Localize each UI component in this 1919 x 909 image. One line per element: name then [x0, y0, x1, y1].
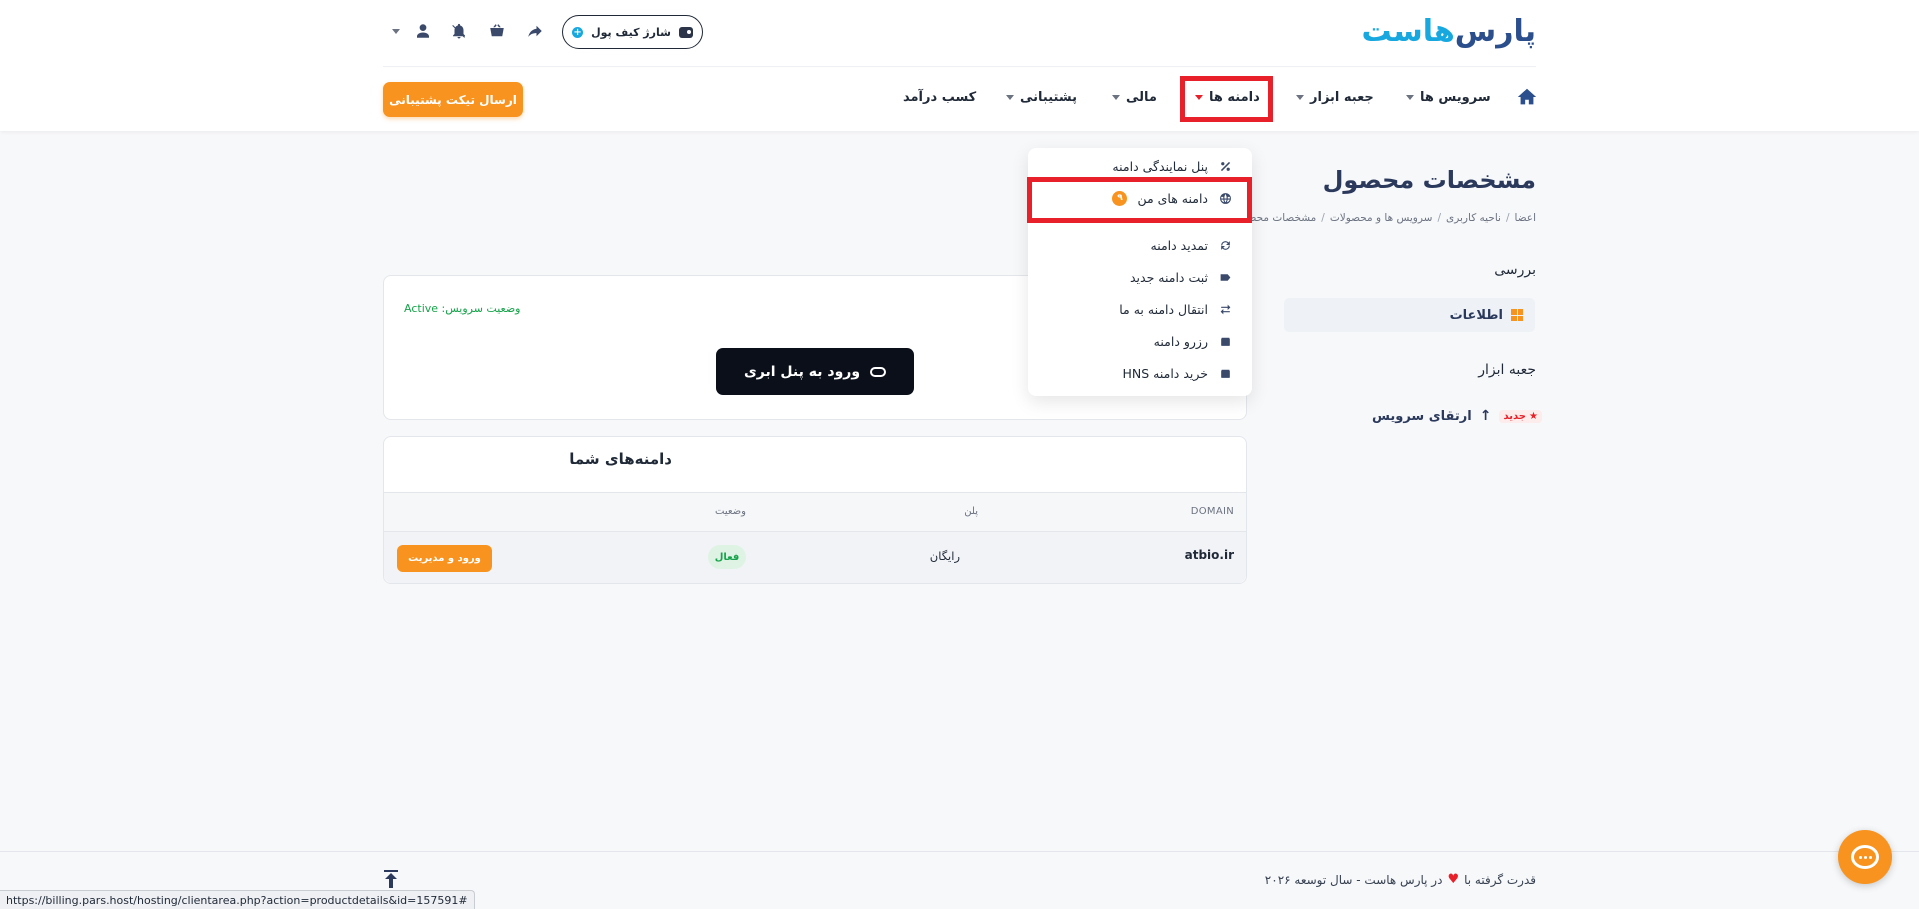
dropdown-item-renew-domain[interactable]: تمدید دامنه [1151, 235, 1233, 255]
dropdown-item-label: خرید دامنه HNS [1122, 365, 1208, 381]
heart-icon: ♥ [1447, 872, 1460, 887]
table-row: atbio.ir رایگان [384, 532, 1246, 583]
new-badge-label: جدید [1503, 410, 1526, 422]
cloud-icon [870, 366, 887, 377]
status-badge: فعال [708, 545, 746, 569]
cloud-button-label: ورود به پنل ابری [743, 363, 861, 380]
breadcrumb: اعضا / ناحیه کاربری / سرویس ها و محصولات… [1243, 212, 1537, 224]
tag-icon [1218, 270, 1232, 284]
nav-support[interactable]: پشتیبانی [1006, 86, 1077, 108]
wallet-label: شارژ کیف پول [591, 25, 671, 39]
column-plan: پلن [964, 506, 978, 517]
domains-title: دامنه‌های شما [569, 450, 672, 468]
breadcrumb-item[interactable]: اعضا [1515, 212, 1537, 224]
nav-support-label: پشتیبانی [1020, 89, 1077, 105]
notifications-off-icon[interactable] [448, 20, 470, 42]
wallet-icon [678, 26, 693, 38]
sidebar-item-info[interactable]: اطلاعات [1284, 298, 1535, 332]
dropdown-item-reserve-domain[interactable]: رزرو دامنه [1154, 331, 1232, 351]
row-domain[interactable]: atbio.ir [1185, 548, 1234, 562]
upgrade-service-label: ارتقای سرویس [1372, 408, 1472, 424]
table-header: DOMAIN پلن وضعیت [384, 492, 1246, 532]
footer-divider [0, 851, 1919, 852]
header: پارس هاست شارژ کیف پول + سرویس ها جعبه اب… [0, 0, 1919, 131]
domains-highlight-box [1180, 76, 1273, 122]
page-title: مشخصات محصول [1322, 166, 1536, 194]
row-plan: رایگان [929, 549, 960, 563]
upgrade-service-link[interactable]: ★ جدید ↑ ارتقای سرویس [1372, 405, 1542, 427]
my-domains-highlight-box [1027, 177, 1252, 223]
transfer-icon [1218, 302, 1232, 316]
dropdown-item-label: انتقال دامنه به ما [1119, 301, 1208, 317]
plus-icon: + [572, 26, 584, 38]
dashboard-icon [1511, 309, 1523, 321]
breadcrumb-item[interactable]: سرویس ها و محصولات [1330, 212, 1433, 224]
chat-icon [1851, 845, 1879, 869]
scroll-to-top-icon[interactable] [384, 870, 398, 888]
nav-services-label: سرویس ها [1420, 89, 1491, 105]
cloud-panel-login-button[interactable]: ورود به پنل ابری [716, 348, 914, 395]
nav-toolbox[interactable]: جعبه ابزار [1296, 86, 1374, 108]
toolbox-heading: جعبه ابزار [1478, 362, 1536, 378]
status-bar-url: https://billing.pars.host/hosting/client… [0, 890, 475, 909]
box-icon [1218, 366, 1232, 380]
dropdown-item-reseller-panel[interactable]: پنل نمایندگی دامنه [1112, 156, 1232, 176]
basket-icon[interactable] [486, 20, 508, 42]
dropdown-item-label: تمدید دامنه [1150, 237, 1209, 253]
service-status: وضعیت سرویس: Active [404, 302, 521, 315]
chevron-down-icon [1112, 94, 1120, 100]
share-icon[interactable] [524, 20, 546, 42]
login-manage-button[interactable]: ورود و مدیریت [397, 545, 492, 572]
star-icon: ★ [1528, 410, 1538, 422]
chevron-down-icon [1006, 94, 1014, 100]
nav-toolbox-label: جعبه ابزار [1310, 89, 1374, 105]
footer-credit: قدرت گرفته با ♥ در پارس هاست - سال توسعه… [1265, 872, 1536, 887]
dropdown-item-label: رزرو دامنه [1153, 333, 1208, 349]
home-icon[interactable] [1516, 86, 1538, 108]
review-heading: بررسی [1494, 262, 1536, 278]
chevron-down-icon [1406, 94, 1414, 100]
column-status: وضعیت [715, 506, 746, 517]
box-icon [1218, 334, 1232, 348]
dropdown-item-label: ثبت دامنه جدید [1129, 269, 1208, 285]
user-menu-caret-icon[interactable] [384, 20, 408, 42]
logo[interactable]: پارس هاست [1361, 10, 1537, 52]
logo-main: پارس [1454, 13, 1537, 49]
breadcrumb-item: مشخصات محص [1243, 212, 1317, 224]
nav-services[interactable]: سرویس ها [1406, 86, 1491, 108]
dropdown-item-register-domain[interactable]: ثبت دامنه جدید [1130, 267, 1232, 287]
dropdown-item-buy-hns[interactable]: خرید دامنه HNS [1122, 363, 1232, 383]
percent-icon [1218, 159, 1232, 173]
dropdown-item-transfer-domain[interactable]: انتقال دامنه به ما [1119, 299, 1232, 319]
nav-earn[interactable]: کسب درآمد [903, 86, 976, 108]
chat-support-button[interactable] [1838, 830, 1892, 884]
column-domain: DOMAIN [1190, 506, 1234, 517]
wallet-charge-button[interactable]: شارژ کیف پول + [562, 15, 703, 49]
dropdown-item-label: پنل نمایندگی دامنه [1112, 158, 1208, 174]
nav-earn-label: کسب درآمد [903, 89, 977, 105]
send-ticket-button[interactable]: ارسال تیکت پشتیبانی [383, 82, 523, 117]
breadcrumb-item[interactable]: ناحیه کاربری [1446, 212, 1501, 224]
chevron-down-icon [1296, 94, 1304, 100]
nav-finance[interactable]: مالی [1112, 86, 1157, 108]
header-divider [383, 66, 1536, 67]
user-icon[interactable] [412, 20, 434, 42]
sidebar-info-label: اطلاعات [1449, 307, 1503, 323]
nav-finance-label: مالی [1126, 89, 1157, 105]
footer-suffix: در پارس هاست - سال توسعه ۲۰۲۶ [1264, 872, 1443, 887]
logo-accent: هاست [1361, 13, 1455, 49]
footer-prefix: قدرت گرفته با [1464, 872, 1536, 887]
arrow-up-icon: ↑ [1479, 408, 1492, 424]
refresh-icon [1218, 238, 1232, 252]
new-badge: ★ جدید [1499, 409, 1542, 423]
